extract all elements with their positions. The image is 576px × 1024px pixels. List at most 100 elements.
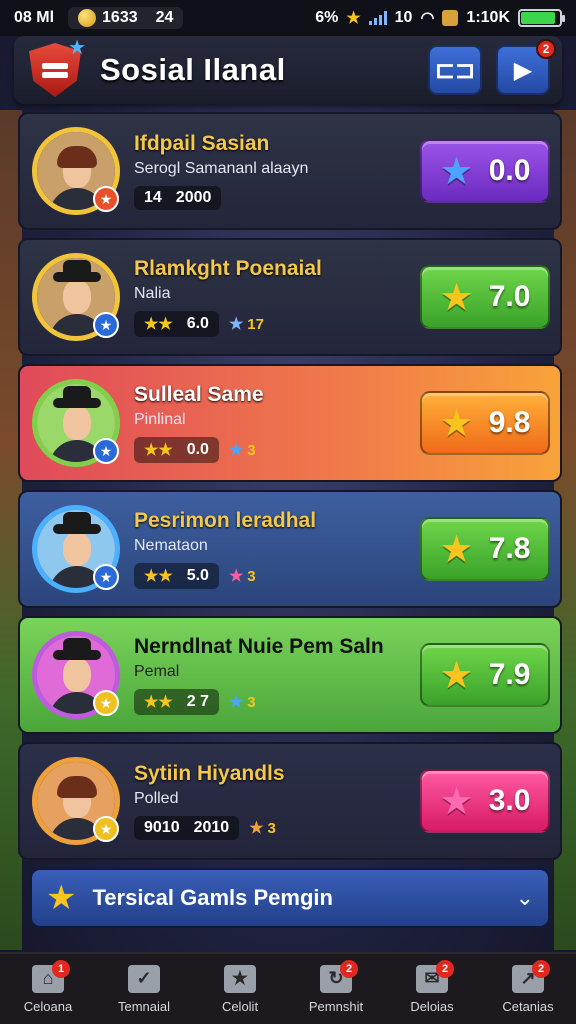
stat-pill: ★★ 6.0	[134, 311, 219, 337]
player-extra-value: 3	[247, 441, 256, 459]
rank-badge-icon: ★	[93, 312, 119, 338]
nav-label: Celolit	[221, 998, 259, 1014]
coin-icon	[78, 9, 97, 27]
score-button[interactable]: ★ 0.0	[420, 139, 550, 203]
stat-right: 0.0	[186, 441, 209, 458]
score-star-icon: ★	[439, 402, 474, 445]
score-star-icon: ★	[439, 780, 474, 823]
nav-item-mail[interactable]: ✉ Deloias 2	[384, 954, 480, 1024]
player-stats: 14 2000	[134, 186, 420, 210]
score-button[interactable]: ★ 3.0	[420, 769, 550, 833]
score-star-icon: ★	[439, 276, 474, 319]
stat-left: 9010	[144, 819, 180, 836]
player-subtitle: Nalia	[134, 285, 171, 302]
stat-pill: ★★ 2 7	[134, 689, 219, 715]
star-icon: ★	[224, 964, 256, 993]
nav-item-star[interactable]: ★ Celolit	[192, 954, 288, 1024]
player-card[interactable]: ★ Sytiin Hiyandls Polled 9010 2010 ★ 3 ★ 3.0	[18, 742, 562, 860]
stat-right: 2010	[193, 819, 230, 836]
player-avatar: ★	[32, 631, 120, 719]
nav-item-home[interactable]: ⌂ Celoana 1	[0, 954, 96, 1024]
stat-left: ★★	[144, 694, 173, 711]
stat-right: 5.0	[186, 567, 209, 584]
logo-star-icon: ★	[68, 37, 86, 59]
player-extra-value: 3	[247, 567, 256, 585]
score-value: 3.0	[488, 784, 531, 817]
wifi-icon: ◠	[420, 10, 435, 27]
nav-item-chart[interactable]: ↗ Cetanias 2	[480, 954, 576, 1024]
bottom-navigation: ⌂ Celoana 1 ✓ Temnaial ★ Celolit ↻ Pemnshit 2 ✉ Del…	[0, 952, 576, 1024]
nav-label: Celoana	[23, 998, 73, 1014]
stat-pill: 14 2000	[134, 186, 222, 210]
player-name: Nerndlnat Nuie Pem Saln	[134, 635, 384, 658]
rank-badge-icon: ★	[93, 564, 119, 590]
coin-counter: 1633 24	[68, 7, 184, 29]
player-card[interactable]: ★ Nerndlnat Nuie Pem Saln Pemal ★★ 2 7 ★ 3 ★ 7.9	[18, 616, 562, 734]
player-stats: ★★ 6.0 ★ 17	[134, 311, 420, 337]
player-info: Ifdpail Sasian Serogl Samananl alaayn 14 20…	[134, 132, 420, 210]
player-info: Rlamkght Poenaial Nalia ★★ 6.0 ★ 17	[134, 257, 420, 337]
stat-pill: ★★ 5.0	[134, 563, 219, 589]
signal-icon	[368, 11, 387, 25]
player-avatar: ★	[32, 505, 120, 593]
gem-icon: ★	[228, 442, 244, 459]
player-list: ★ Ifdpail Sasian Serogl Samananl alaayn 14 2…	[18, 112, 562, 868]
score-value: 7.8	[488, 532, 531, 565]
app-status-icon	[442, 10, 459, 26]
score-button[interactable]: ★ 7.0	[420, 265, 550, 329]
play-button[interactable]: ▶ 2	[496, 39, 556, 95]
player-extra-value: 17	[247, 315, 264, 333]
filter-button[interactable]: ⊏⊐	[428, 45, 482, 95]
player-card[interactable]: ★ Rlamkght Poenaial Nalia ★★ 6.0 ★ 17 ★ 7.0	[18, 238, 562, 356]
player-card[interactable]: ★ Ifdpail Sasian Serogl Samananl alaayn 14 2…	[18, 112, 562, 230]
rank-badge-icon: ★	[93, 690, 119, 716]
player-card[interactable]: ★ Pesrimon leradhal Nemataon ★★ 5.0 ★ 3 ★ 7.8	[18, 490, 562, 608]
player-card[interactable]: ★ Sulleal Same Pinlinal ★★ 0.0 ★ 3 ★ 9.8	[18, 364, 562, 482]
status-time: 08 Ml	[14, 9, 55, 26]
player-extra-value: 3	[247, 693, 256, 711]
player-subtitle: Pemal	[134, 663, 180, 680]
player-name: Ifdpail Sasian	[134, 132, 270, 155]
score-button[interactable]: ★ 7.8	[420, 517, 550, 581]
battery-percent: 6%	[315, 9, 339, 26]
gem-icon: ★	[228, 316, 244, 333]
gem-icon: ★	[228, 568, 244, 585]
score-button[interactable]: ★ 9.8	[420, 391, 550, 455]
score-value: 7.9	[488, 658, 531, 691]
stat-left: ★★	[144, 442, 173, 459]
expand-bar[interactable]: ★ Tersical Gamls Pemgin ⌄	[30, 868, 550, 928]
nav-item-refresh[interactable]: ↻ Pemnshit 2	[288, 954, 384, 1024]
score-star-icon: ★	[439, 150, 474, 193]
play-badge: 2	[536, 39, 556, 59]
player-stats: 9010 2010 ★ 3	[134, 816, 420, 840]
nav-badge: 2	[436, 960, 454, 978]
rank-badge-icon: ★	[93, 186, 119, 212]
player-avatar: ★	[32, 379, 120, 467]
coin-value: 1633	[102, 9, 138, 26]
stat-left: ★★	[144, 316, 173, 333]
stat-left: 14	[144, 189, 162, 206]
player-extra: ★ 3	[249, 818, 276, 838]
battery-icon	[518, 9, 565, 27]
player-subtitle: Serogl Samananl alaayn	[134, 160, 309, 177]
player-stats: ★★ 5.0 ★ 3	[134, 563, 420, 589]
player-name: Pesrimon leradhal	[134, 509, 317, 532]
player-extra: ★ 17	[229, 314, 264, 334]
chevron-down-icon: ⌄	[515, 885, 534, 910]
player-stats: ★★ 2 7 ★ 3	[134, 689, 420, 715]
player-info: Pesrimon leradhal Nemataon ★★ 5.0 ★ 3	[134, 509, 420, 589]
app-header: ★ Sosial Ilanal ⊏⊐ ▶ 2	[14, 36, 562, 104]
gem-icon: ★	[228, 694, 244, 711]
star-icon: ★	[46, 879, 77, 917]
score-value: 7.0	[488, 280, 531, 313]
player-extra: ★ 3	[229, 692, 256, 712]
nav-badge: 1	[52, 960, 70, 978]
score-button[interactable]: ★ 7.9	[420, 643, 550, 707]
player-subtitle: Pinlinal	[134, 411, 186, 428]
nav-item-checklist[interactable]: ✓ Temnaial	[96, 954, 192, 1024]
stat-left: ★★	[144, 568, 173, 585]
player-stats: ★★ 0.0 ★ 3	[134, 437, 420, 463]
stat-pill: ★★ 0.0	[134, 437, 219, 463]
nav-badge: 2	[340, 960, 358, 978]
nav-label: Deloias	[410, 998, 454, 1014]
